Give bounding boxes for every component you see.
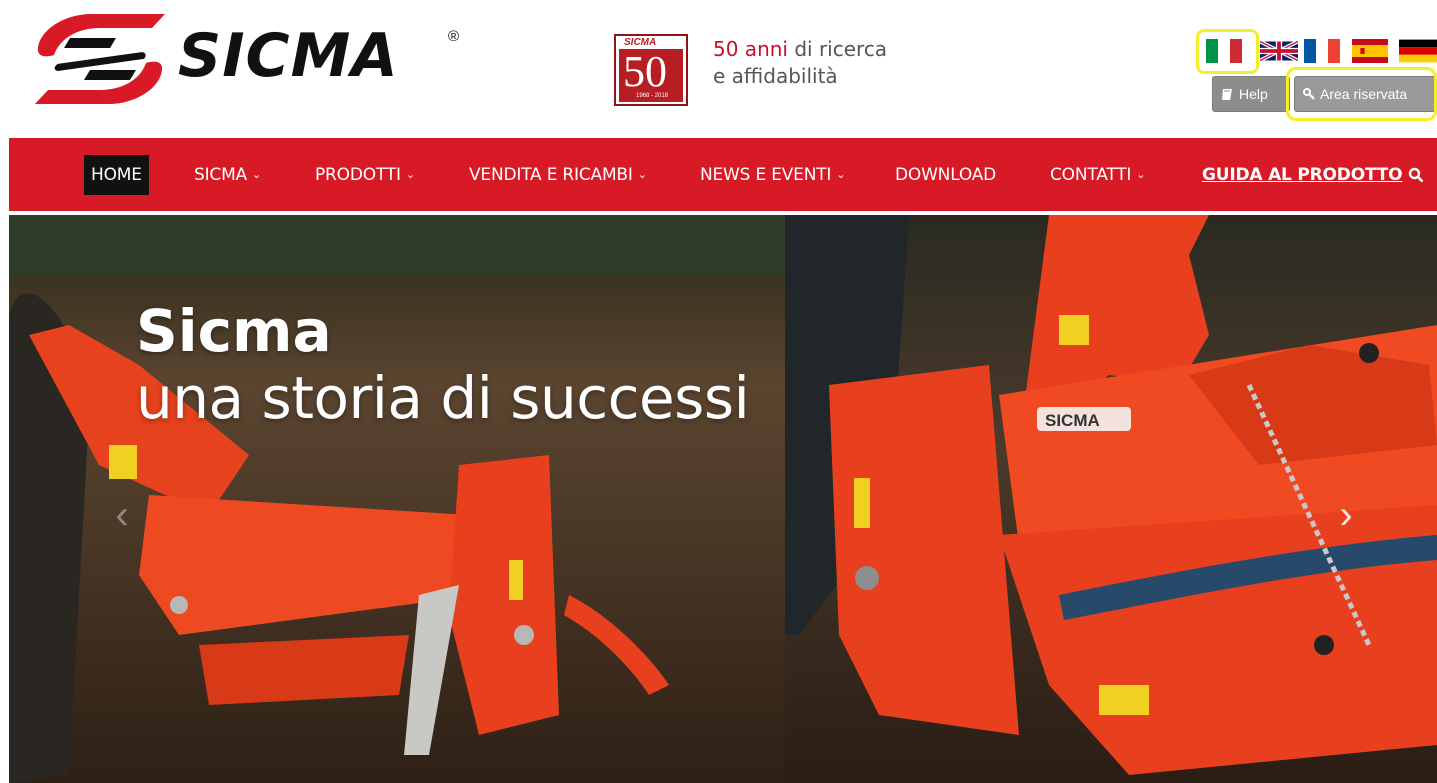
nav-item-prodotti[interactable]: PRODOTTI ⌄ — [315, 138, 415, 211]
main-nav: HOME SICMA ⌄ PRODOTTI ⌄ VENDITA E RICAMBI ⌄… — [9, 138, 1437, 211]
chevron-down-icon: ⌄ — [1136, 168, 1146, 181]
site-header: SICMA ® SICMA 50 1968 - 2018 50 anni di … — [0, 0, 1437, 138]
book-icon — [1222, 88, 1232, 100]
machine-logo-text: SICMA — [1045, 411, 1100, 430]
badge-years: 1968 - 2018 — [636, 93, 669, 99]
nav-item-news[interactable]: NEWS E EVENTI ⌄ — [700, 138, 845, 211]
nav-item-contatti[interactable]: CONTATTI ⌄ — [1050, 138, 1145, 211]
flag-france-icon[interactable] — [1303, 39, 1341, 63]
flag-uk-icon[interactable] — [1260, 39, 1298, 63]
flag-germany-icon[interactable] — [1399, 39, 1437, 63]
anniversary-highlight: 50 anni — [713, 37, 788, 61]
anniversary-badge: SICMA 50 1968 - 2018 — [614, 34, 688, 106]
sicma-logo[interactable]: SICMA ® — [30, 8, 470, 110]
logo-wordmark: SICMA — [178, 21, 399, 91]
flag-spain-icon[interactable] — [1351, 39, 1389, 63]
nav-item-sicma[interactable]: SICMA ⌄ — [194, 138, 261, 211]
chevron-down-icon: ⌄ — [251, 168, 262, 181]
hero-slider: SICMA Sicma una storia di successi ‹ › — [9, 215, 1437, 783]
badge-number: 50 — [623, 47, 667, 96]
nav-item-guida[interactable]: GUIDA AL PRODOTTO — [1202, 138, 1424, 211]
anniversary-text: 50 anni di ricerca e affidabilità — [713, 37, 888, 88]
nav-item-vendita[interactable]: VENDITA E RICAMBI ⌄ — [469, 138, 647, 211]
nav-item-home[interactable]: HOME — [84, 138, 149, 211]
chevron-left-icon[interactable]: ‹ — [107, 493, 137, 537]
sicma-logo-mark — [35, 14, 165, 104]
chevron-down-icon: ⌄ — [637, 168, 647, 181]
chevron-right-icon[interactable]: › — [1331, 493, 1361, 537]
reserved-area-highlight — [1286, 67, 1437, 121]
hero-title: Sicma — [136, 297, 332, 365]
hero-subtitle: una storia di successi — [136, 364, 750, 432]
registered-mark: ® — [448, 28, 460, 45]
chevron-down-icon: ⌄ — [405, 168, 415, 181]
nav-item-download[interactable]: DOWNLOAD — [895, 138, 996, 211]
search-icon — [1409, 167, 1424, 182]
help-button[interactable]: Help — [1212, 76, 1290, 112]
help-label: Help — [1239, 86, 1268, 102]
anniversary-banner: SICMA 50 1968 - 2018 50 anni di ricerca … — [614, 34, 934, 108]
italian-flag-highlight — [1196, 29, 1259, 74]
chevron-down-icon: ⌄ — [836, 168, 846, 181]
